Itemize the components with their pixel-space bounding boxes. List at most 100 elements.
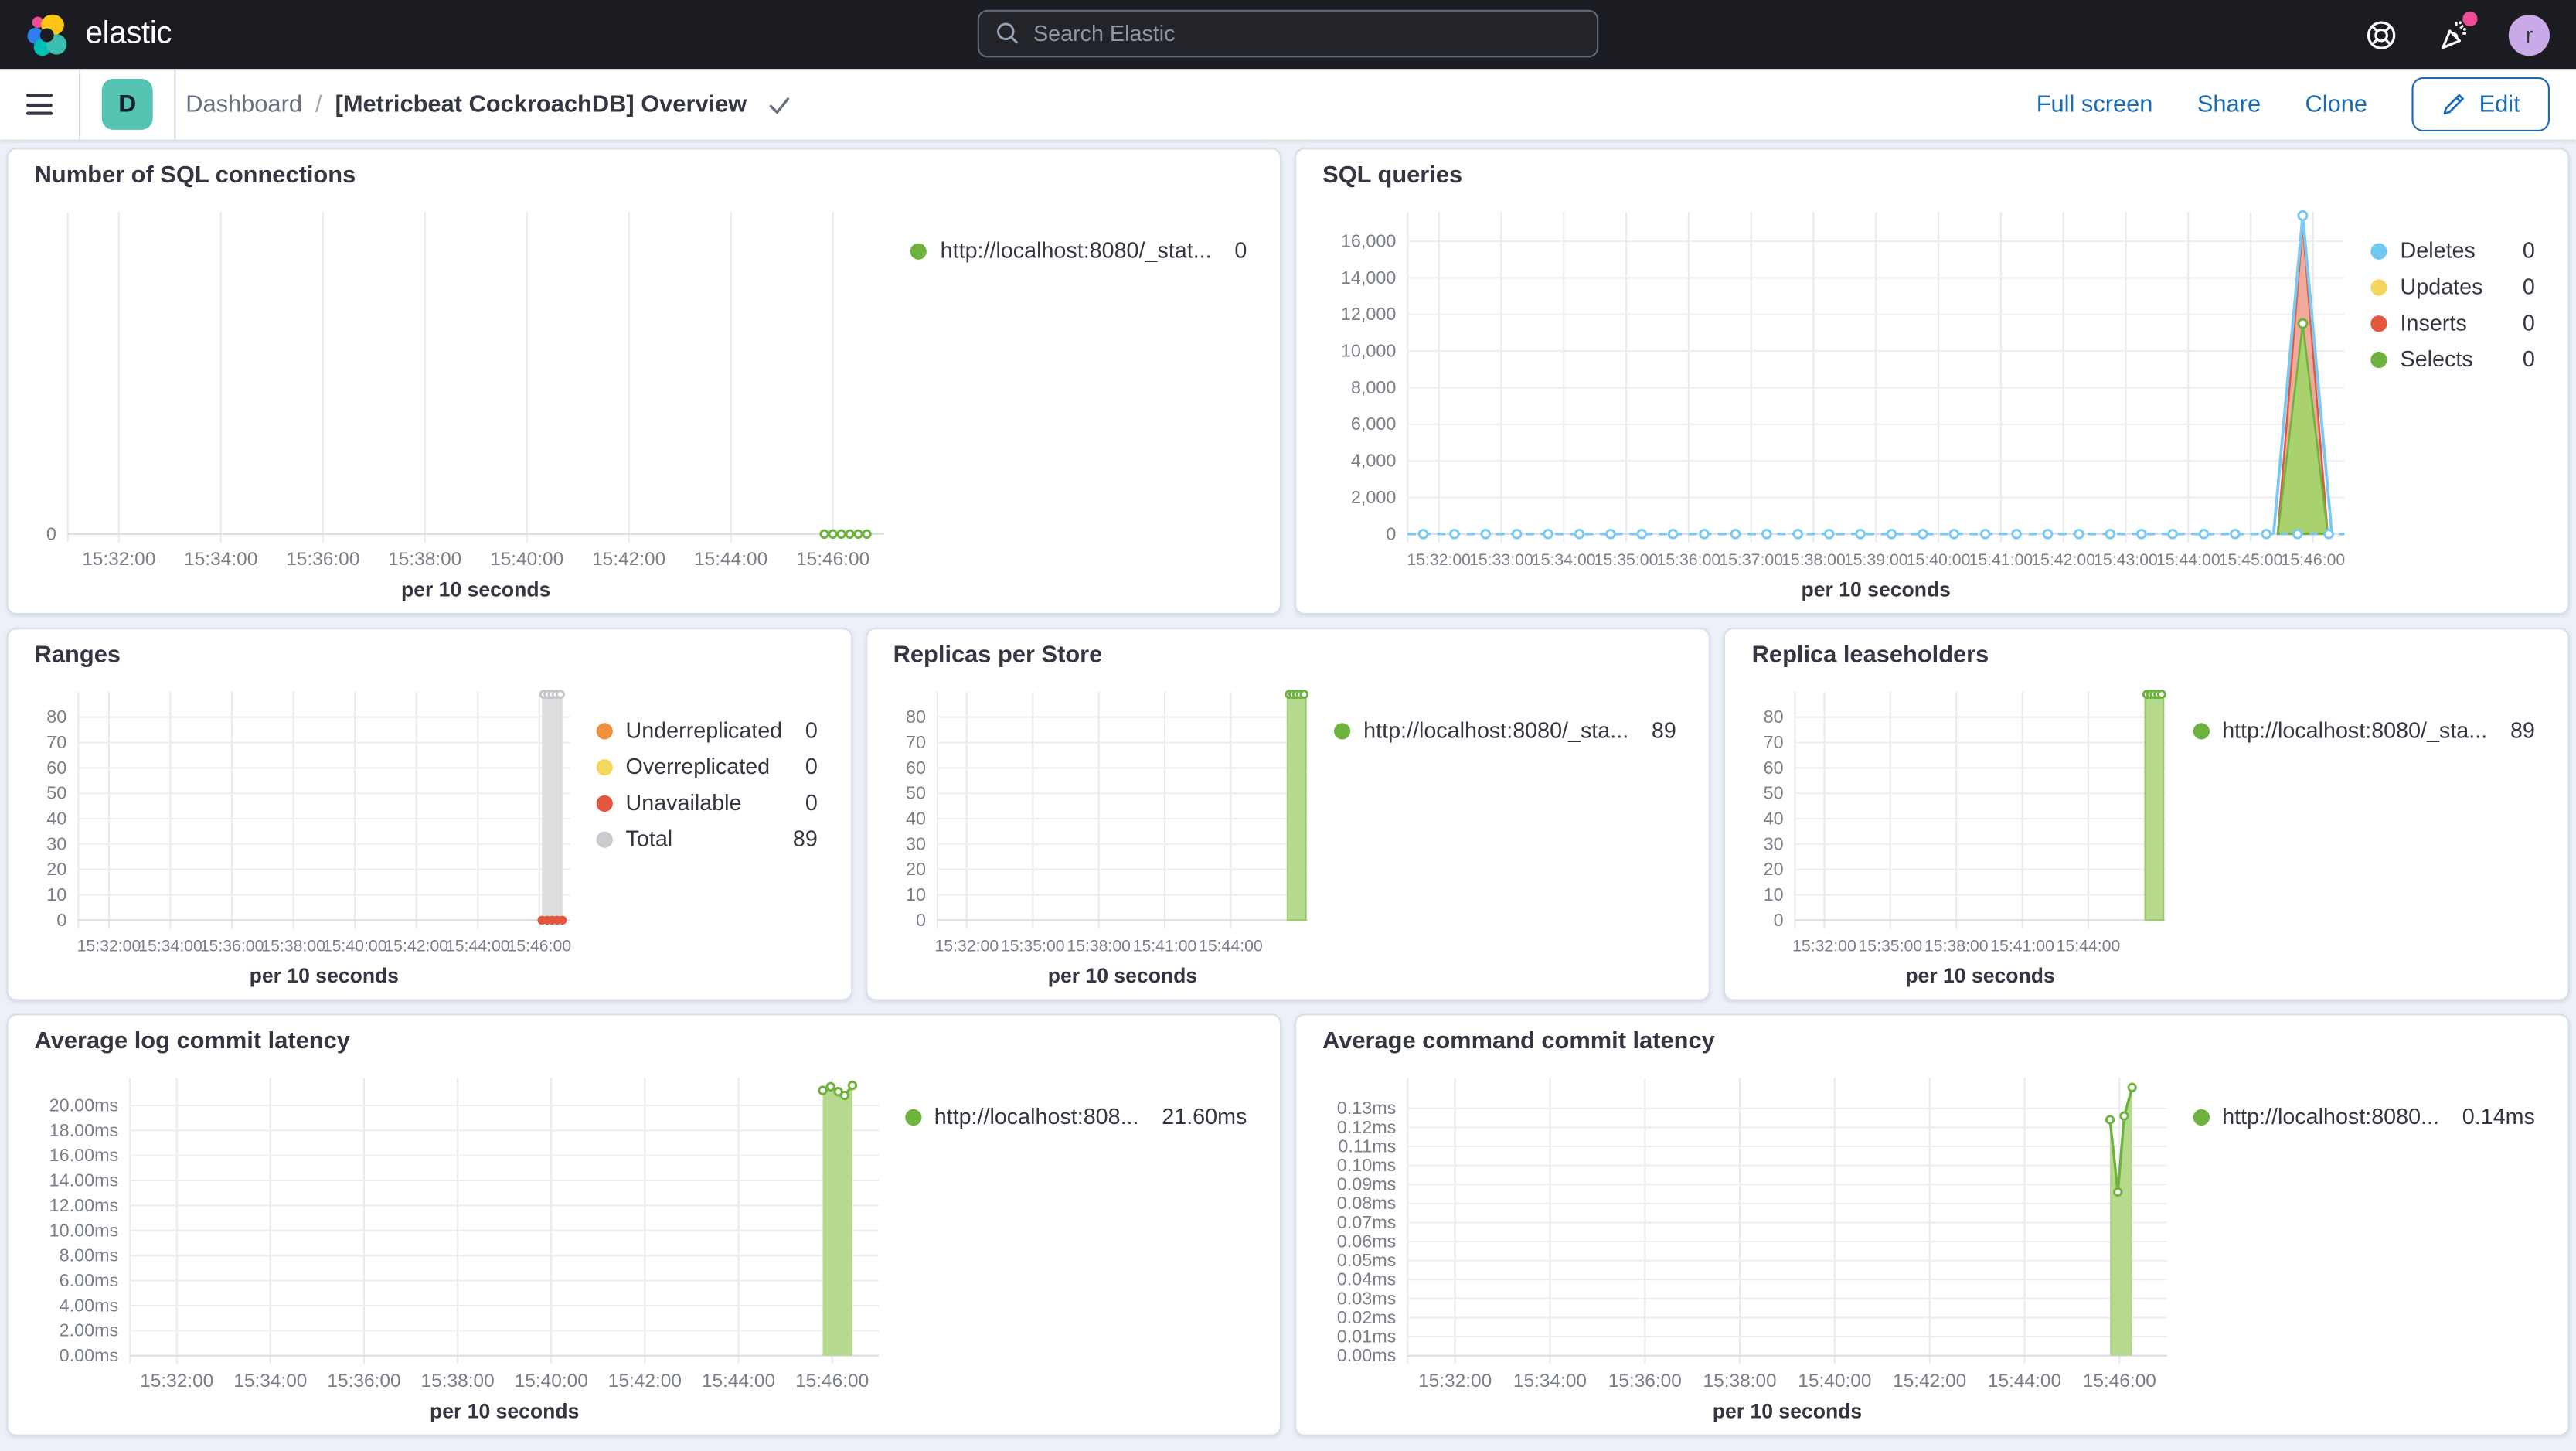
svg-text:40: 40 [1764, 808, 1784, 828]
panel-title[interactable]: Number of SQL connections [35, 162, 1254, 199]
svg-text:2.00ms: 2.00ms [60, 1320, 119, 1340]
legend-item-overreplicated[interactable]: Overreplicated 0 [596, 754, 818, 781]
svg-text:15:44:00: 15:44:00 [2156, 550, 2220, 569]
help-button[interactable] [2366, 19, 2397, 49]
legend-item[interactable]: http://localhost:8080/_sta... 89 [2192, 718, 2535, 744]
svg-text:0.12ms: 0.12ms [1337, 1117, 1397, 1137]
legend-dot-icon [596, 795, 613, 812]
svg-text:15:35:00: 15:35:00 [1859, 937, 1923, 955]
svg-text:60: 60 [46, 758, 66, 778]
svg-text:10: 10 [1764, 884, 1784, 904]
edit-button[interactable]: Edit [2411, 77, 2550, 132]
legend-dot-icon [2192, 723, 2210, 740]
panel-title[interactable]: Average log commit latency [35, 1029, 1254, 1065]
legend-item[interactable]: http://localhost:8080/_stat... 0 [910, 238, 1247, 264]
svg-text:15:42:00: 15:42:00 [1893, 1371, 1966, 1391]
clone-button[interactable]: Clone [2305, 91, 2368, 118]
legend-item-deletes[interactable]: Deletes 0 [2370, 238, 2535, 264]
top-right-icons: r [2366, 11, 2550, 56]
legend-item-inserts[interactable]: Inserts 0 [2370, 311, 2535, 337]
chart-replicas-per-store[interactable]: 15:32:00 15:35:00 15:38:00 15:41:00 15:44:00… [893, 679, 1321, 989]
panel-title[interactable]: Average command commit latency [1322, 1029, 2541, 1065]
svg-text:30: 30 [1764, 833, 1784, 853]
svg-text:20: 20 [905, 859, 925, 879]
space-avatar[interactable]: D [101, 79, 153, 130]
full-screen-button[interactable]: Full screen [2037, 91, 2153, 118]
user-avatar[interactable]: r [2508, 14, 2550, 56]
legend-item-selects[interactable]: Selects 0 [2370, 347, 2535, 373]
svg-text:80: 80 [46, 707, 66, 727]
elastic-logo[interactable]: elastic [26, 12, 172, 56]
svg-text:0.03ms: 0.03ms [1337, 1288, 1397, 1308]
chart-sql-queries[interactable]: 15:32:00 15:33:00 15:34:00 15:35:00 15:36:00… [1322, 199, 2357, 603]
svg-text:0: 0 [1774, 910, 1784, 930]
legend-item[interactable]: http://localhost:8080... 0.14ms [2192, 1104, 2535, 1130]
svg-text:15:38:00: 15:38:00 [1781, 550, 1846, 569]
breadcrumb-dashboard-link[interactable]: Dashboard [185, 91, 302, 118]
panel-title[interactable]: Replica leaseholders [1752, 642, 2542, 679]
main-menu-button[interactable] [0, 69, 79, 139]
legend-item[interactable]: http://localhost:8080/_sta... 89 [1333, 718, 1676, 744]
legend-item-updates[interactable]: Updates 0 [2370, 274, 2535, 301]
svg-text:per 10 seconds: per 10 seconds [1047, 964, 1196, 987]
panel-title[interactable]: Replicas per Store [893, 642, 1683, 679]
svg-text:15:40:00: 15:40:00 [1798, 1371, 1871, 1391]
svg-text:80: 80 [905, 707, 925, 727]
chart-replica-leaseholders[interactable]: 15:32:00 15:35:00 15:38:00 15:41:00 15:44:00… [1752, 679, 2180, 989]
svg-text:10: 10 [905, 884, 925, 904]
dashboard-title-menu[interactable] [767, 93, 790, 116]
chart-ranges[interactable]: 15:32:00 15:34:00 15:36:00 15:38:00 15:40:00… [35, 679, 584, 989]
panel-average-command-commit-latency: Average command commit latency 15:32:00 1… [1295, 1013, 2570, 1436]
chart-number-of-sql-connections[interactable]: 15:32:00 15:34:00 15:36:00 15:38:00 15:40:00… [35, 199, 898, 603]
chart-average-command-commit-latency[interactable]: 15:32:00 15:34:00 15:36:00 15:38:00 15:40:00… [1322, 1064, 2180, 1425]
svg-text:0.05ms: 0.05ms [1337, 1250, 1397, 1270]
legend-item[interactable]: http://localhost:808... 21.60ms [904, 1104, 1247, 1130]
dashboard-grid: Number of SQL connections 15:32:00 15:34:… [0, 140, 2576, 1445]
panel-title[interactable]: SQL queries [1322, 162, 2541, 199]
svg-text:15:46:00: 15:46:00 [2282, 550, 2346, 569]
svg-text:15:46:00: 15:46:00 [796, 549, 869, 570]
global-search[interactable] [977, 9, 1599, 58]
svg-text:15:44:00: 15:44:00 [694, 549, 767, 570]
search-input[interactable] [1033, 21, 1581, 46]
svg-text:15:36:00: 15:36:00 [1657, 550, 1721, 569]
svg-text:0.00ms: 0.00ms [1337, 1345, 1397, 1365]
svg-text:10: 10 [46, 884, 66, 904]
legend-item-underreplicated[interactable]: Underreplicated 0 [596, 718, 818, 744]
svg-text:12,000: 12,000 [1341, 304, 1397, 324]
svg-text:20: 20 [1764, 859, 1784, 879]
svg-text:15:38:00: 15:38:00 [1067, 937, 1131, 955]
svg-text:15:44:00: 15:44:00 [1198, 937, 1262, 955]
legend-dot-icon [2370, 351, 2387, 369]
svg-text:15:32:00: 15:32:00 [82, 549, 155, 570]
svg-text:40: 40 [46, 808, 66, 828]
whats-new-button[interactable] [2436, 11, 2478, 51]
svg-text:15:35:00: 15:35:00 [1594, 550, 1659, 569]
svg-text:50: 50 [1764, 783, 1784, 803]
svg-text:15:46:00: 15:46:00 [2083, 1371, 2156, 1391]
svg-text:0: 0 [1386, 523, 1396, 543]
legend-item-unavailable[interactable]: Unavailable 0 [596, 790, 818, 816]
notification-badge [2462, 11, 2478, 27]
panel-ranges: Ranges 15:32:00 15:34:00 15:36:00 15:38:00 1… [6, 627, 852, 1001]
panel-title[interactable]: Ranges [35, 642, 825, 679]
panel-average-log-commit-latency: Average log commit latency 15:32:00 15:34… [6, 1013, 1281, 1436]
svg-text:per 10 seconds: per 10 seconds [1802, 578, 1951, 601]
svg-text:15:45:00: 15:45:00 [2219, 550, 2283, 569]
legend-item-total[interactable]: Total 89 [596, 826, 818, 853]
svg-text:50: 50 [46, 783, 66, 803]
svg-text:15:38:00: 15:38:00 [388, 549, 461, 570]
legend-dot-icon [596, 723, 613, 740]
svg-text:50: 50 [905, 783, 925, 803]
svg-text:per 10 seconds: per 10 seconds [1906, 964, 2055, 987]
svg-text:15:42:00: 15:42:00 [592, 549, 665, 570]
svg-text:18.00ms: 18.00ms [49, 1120, 119, 1140]
share-button[interactable]: Share [2197, 91, 2261, 118]
svg-text:8,000: 8,000 [1351, 377, 1397, 397]
chart-legend: Underreplicated 0 Overreplicated 0 Unava… [583, 679, 824, 989]
svg-text:40: 40 [905, 808, 925, 828]
svg-text:6.00ms: 6.00ms [60, 1270, 119, 1290]
svg-text:14,000: 14,000 [1341, 267, 1397, 288]
chart-average-log-commit-latency[interactable]: 15:32:00 15:34:00 15:36:00 15:38:00 15:40:00… [35, 1064, 892, 1425]
svg-text:15:39:00: 15:39:00 [1844, 550, 1908, 569]
